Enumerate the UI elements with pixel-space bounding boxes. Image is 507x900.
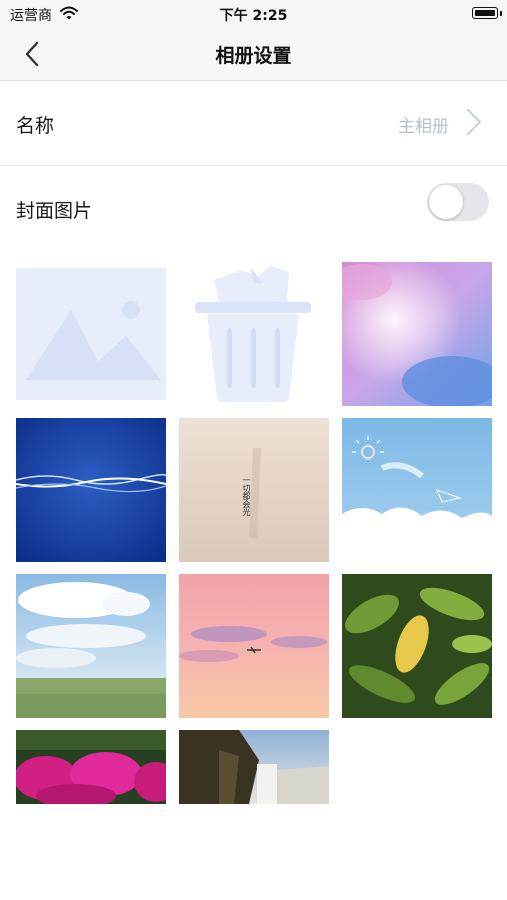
clock: 下午 2:25 [219,8,288,24]
status-bar: 运营商 下午 2:25 [0,0,507,28]
cover-option-sky-doodle[interactable] [342,418,492,562]
cover-option-blue-wave[interactable] [16,418,166,562]
waterfall-image [179,730,329,804]
cover-option-green-leaves[interactable] [342,574,492,718]
trash-icon [195,266,311,402]
battery-nub [500,11,502,16]
green-leaves-image [342,574,492,718]
cover-option-beige-text[interactable]: 一切都会光 [179,418,329,562]
cover-option-waterfall[interactable] [179,730,329,804]
cover-label: 封面图片 [16,200,93,222]
pink-clouds-image [342,262,492,406]
pink-flowers-image [16,730,166,804]
pink-sunset-image [179,574,329,718]
cover-image-row: 封面图片 [0,166,507,250]
delete-tile[interactable] [179,262,329,406]
blue-wave-image [16,418,166,562]
tile-caption: 一切都会光 [242,476,251,516]
navigation-bar: 相册设置 [0,28,507,81]
beige-image [179,418,329,562]
meadow-image [16,574,166,718]
page-title: 相册设置 [215,45,292,67]
battery-icon [472,7,498,19]
name-label: 名称 [16,115,55,137]
cover-option-meadow[interactable] [16,574,166,718]
album-name-row[interactable]: 名称 主相册 [0,81,507,166]
toggle-knob [429,185,463,219]
cover-option-pink-clouds[interactable] [342,262,492,406]
name-value: 主相册 [398,117,449,137]
sky-doodle-image [342,418,492,562]
image-placeholder-icon [16,268,166,400]
cover-toggle[interactable] [427,183,489,221]
add-image-placeholder[interactable] [16,262,166,406]
cover-option-pink-flowers[interactable] [16,730,166,804]
chevron-right-icon [467,109,481,135]
cover-option-pink-sunset[interactable] [179,574,329,718]
